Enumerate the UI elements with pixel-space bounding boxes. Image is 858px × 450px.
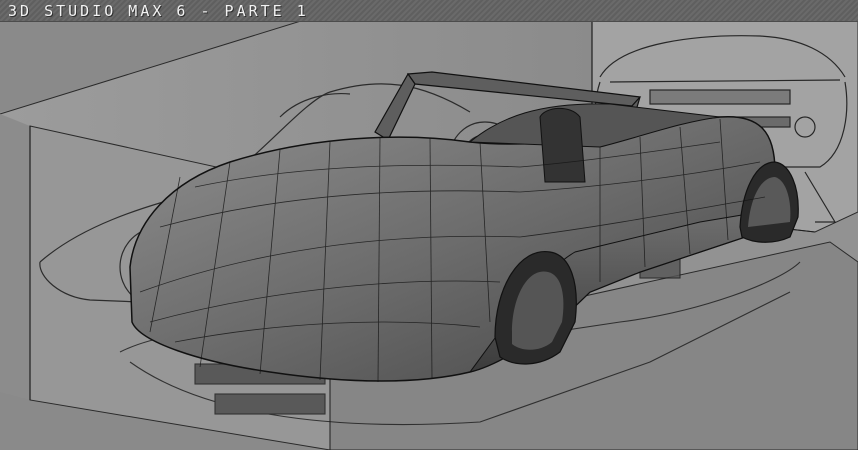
viewport-scene[interactable] — [0, 22, 858, 450]
title-bar: 3D Studio Max 6 - Parte 1 — [0, 0, 858, 22]
window-title: 3D Studio Max 6 - Parte 1 — [8, 2, 309, 20]
3d-viewport[interactable] — [0, 22, 858, 450]
app-frame: 3D Studio Max 6 - Parte 1 — [0, 0, 858, 450]
